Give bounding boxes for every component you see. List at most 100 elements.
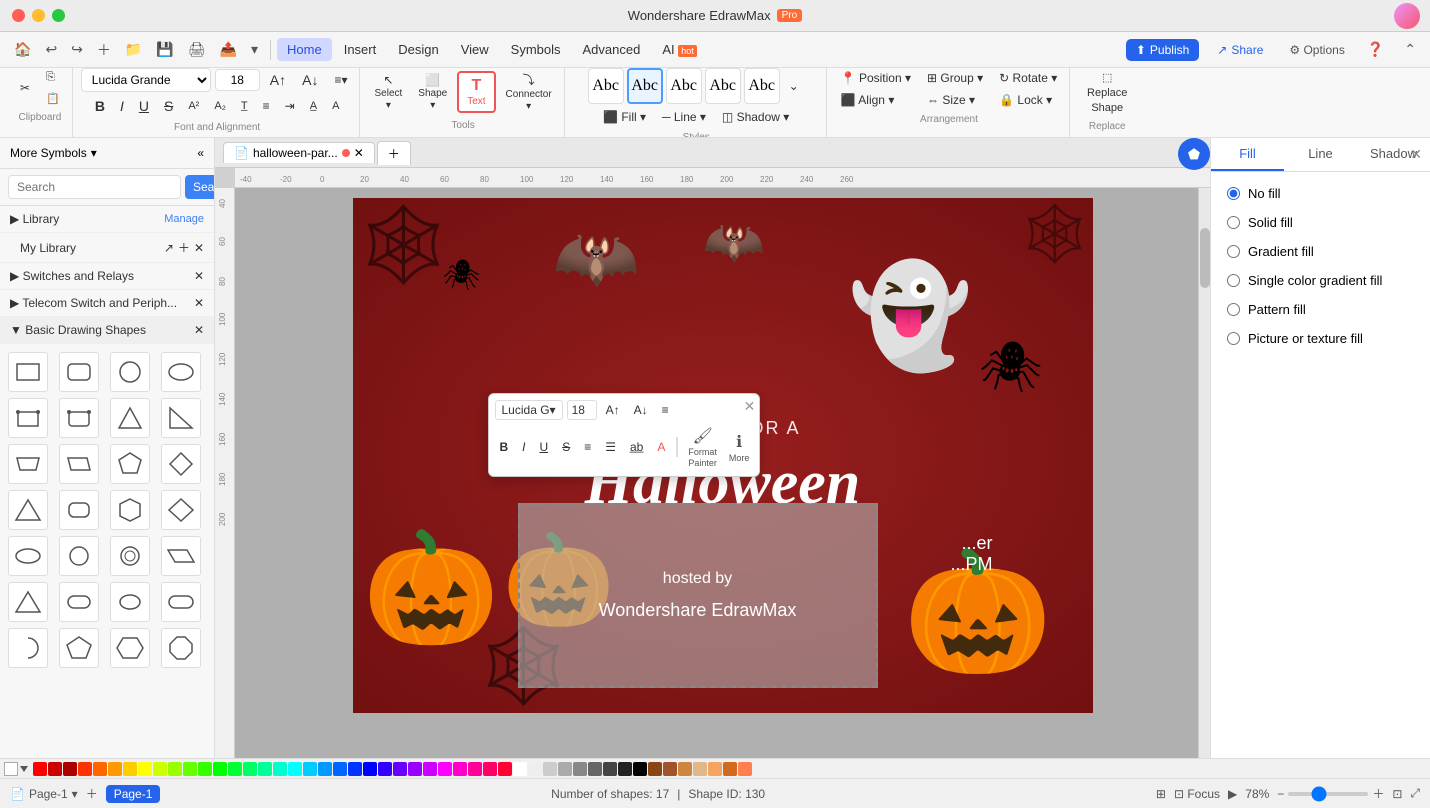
add-icon[interactable]: ＋	[178, 239, 190, 256]
menu-design[interactable]: Design	[388, 38, 448, 61]
fit-page-btn[interactable]: ⊡	[1392, 787, 1402, 801]
text-toolbar-close[interactable]: ✕	[744, 398, 756, 415]
home-icon-btn[interactable]: 🏠	[8, 37, 37, 62]
shape-right-triangle[interactable]	[161, 398, 201, 438]
color-swatch[interactable]	[648, 762, 662, 776]
fill-option-gradient[interactable]: Gradient fill	[1219, 238, 1422, 265]
maximize-window-btn[interactable]	[52, 9, 65, 22]
fullscreen-btn[interactable]: ⤢	[1410, 786, 1420, 801]
color-bar-dropdown[interactable]	[20, 766, 28, 772]
tt-list-ordered[interactable]: ≡	[579, 438, 596, 456]
shape-ellipse[interactable]	[161, 352, 201, 392]
fill-option-solid[interactable]: Solid fill	[1219, 209, 1422, 236]
close-window-btn[interactable]	[12, 9, 25, 22]
undo-btn[interactable]: ↩	[39, 37, 63, 62]
color-swatch[interactable]	[498, 762, 512, 776]
basic-shapes-close-icon[interactable]: ✕	[194, 323, 204, 337]
shape-pentagon2[interactable]	[59, 628, 99, 668]
color-swatch[interactable]	[723, 762, 737, 776]
add-tab-btn[interactable]: ＋	[377, 141, 411, 165]
zoom-slider[interactable]	[1288, 792, 1368, 796]
style-swatch-5[interactable]: Abc	[744, 68, 780, 104]
open-btn[interactable]: 📁	[119, 37, 148, 62]
tt-format-painter[interactable]: 🖌 Format Painter	[684, 424, 721, 470]
tt-italic[interactable]: I	[517, 438, 530, 456]
color-swatch[interactable]	[618, 762, 632, 776]
options-btn[interactable]: ⚙ Options	[1281, 39, 1352, 61]
style-swatch-4[interactable]: Abc	[705, 68, 741, 104]
text-color-btn[interactable]: A	[326, 97, 345, 115]
help-btn[interactable]: ❓	[1361, 37, 1390, 62]
font-increase-btn[interactable]: A↑	[264, 69, 292, 91]
menu-ai[interactable]: AI hot	[652, 38, 706, 61]
color-swatch[interactable]	[378, 762, 392, 776]
font-size-input[interactable]	[215, 69, 260, 91]
shadow-btn[interactable]: ◫ Shadow ▾	[716, 107, 795, 127]
fill-option-none[interactable]: No fill	[1219, 180, 1422, 207]
color-swatch[interactable]	[198, 762, 212, 776]
shape-round-rect2[interactable]	[59, 582, 99, 622]
color-swatch[interactable]	[243, 762, 257, 776]
tt-strike[interactable]: S	[557, 438, 575, 456]
basic-shapes-section[interactable]: ▼ Basic Drawing Shapes ✕	[0, 317, 214, 344]
underline-btn[interactable]: U	[133, 95, 155, 117]
tt-font-decrease[interactable]: A↓	[629, 401, 653, 419]
fill-option-picture[interactable]: Picture or texture fill	[1219, 325, 1422, 352]
fill-option-pattern[interactable]: Pattern fill	[1219, 296, 1422, 323]
scrollbar-v[interactable]	[1198, 188, 1210, 758]
switches-close-icon[interactable]: ✕	[194, 269, 204, 283]
shape-diamond[interactable]	[161, 444, 201, 484]
color-swatch[interactable]	[333, 762, 347, 776]
subscript-btn[interactable]: A₂	[208, 97, 232, 115]
shape-rect-rounded3[interactable]	[59, 490, 99, 530]
tt-underline2[interactable]: a̲b̲	[625, 438, 648, 456]
tt-bold[interactable]: B	[495, 438, 514, 456]
shape-ellipse2[interactable]	[110, 582, 150, 622]
shape-hex2[interactable]	[110, 628, 150, 668]
color-swatch[interactable]	[213, 762, 227, 776]
indent-btn[interactable]: ⇥	[279, 96, 301, 116]
tt-font-size[interactable]: 18	[567, 400, 597, 420]
color-swatch[interactable]	[408, 762, 422, 776]
color-swatch[interactable]	[123, 762, 137, 776]
library-section[interactable]: ▶ Library Manage	[0, 206, 214, 233]
color-swatch[interactable]	[258, 762, 272, 776]
group-btn[interactable]: ⊞ Group ▾	[921, 68, 989, 88]
minimize-window-btn[interactable]	[32, 9, 45, 22]
lock-btn[interactable]: 🔒 Lock ▾	[993, 90, 1063, 110]
color-swatch[interactable]	[573, 762, 587, 776]
menu-view[interactable]: View	[451, 38, 499, 61]
shape-circle3[interactable]	[110, 536, 150, 576]
fill-radio-gradient[interactable]	[1227, 245, 1240, 258]
paste-btn[interactable]: 📋	[40, 89, 66, 108]
tt-font-select[interactable]: Lucida G ▾	[495, 400, 563, 420]
align-btn[interactable]: ⬛ Align ▾	[835, 90, 917, 110]
shape-rect-rounded2[interactable]	[59, 398, 99, 438]
shape-pentagon[interactable]	[110, 444, 150, 484]
color-swatch[interactable]	[33, 762, 47, 776]
switches-section[interactable]: ▶ Switches and Relays ✕	[0, 263, 214, 290]
shape-oval-h[interactable]	[8, 536, 48, 576]
shape-parallelogram[interactable]	[59, 444, 99, 484]
shape-rectangle[interactable]	[8, 352, 48, 392]
color-swatch[interactable]	[303, 762, 317, 776]
focus-btn[interactable]: ⊡ Focus	[1174, 787, 1220, 801]
color-swatch[interactable]	[693, 762, 707, 776]
color-swatch[interactable]	[423, 762, 437, 776]
panel-close-btn[interactable]: ✕	[1410, 146, 1422, 163]
color-swatch[interactable]	[663, 762, 677, 776]
color-swatch[interactable]	[708, 762, 722, 776]
tt-list-unordered[interactable]: ☰	[600, 438, 621, 456]
color-swatch[interactable]	[558, 762, 572, 776]
zoom-out-btn[interactable]: −	[1277, 787, 1284, 801]
cut-btn[interactable]: ✂	[14, 78, 36, 98]
text-color-bg-btn[interactable]: A̲	[304, 97, 323, 115]
shape-crescent[interactable]	[8, 628, 48, 668]
shape-triangle[interactable]	[110, 398, 150, 438]
panel-icon-btn[interactable]: ⬟	[1178, 138, 1210, 170]
redo-btn[interactable]: ↪	[65, 37, 89, 62]
bold-btn[interactable]: B	[89, 95, 111, 117]
color-swatch[interactable]	[348, 762, 362, 776]
color-swatch[interactable]	[588, 762, 602, 776]
rotate-btn[interactable]: ↻ Rotate ▾	[993, 68, 1063, 88]
